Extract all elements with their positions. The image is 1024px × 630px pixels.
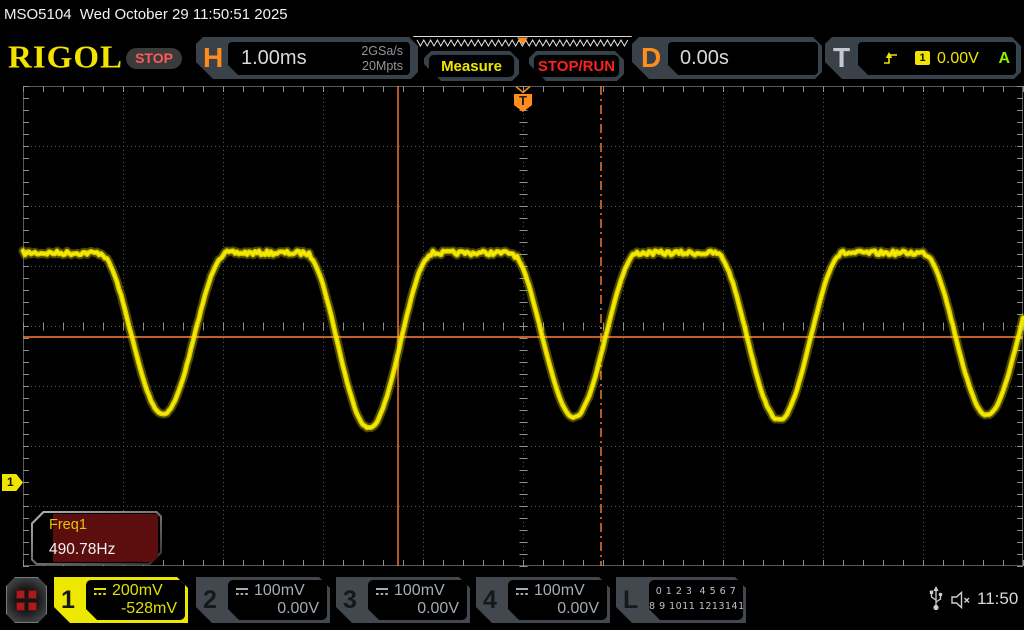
logic-row-8-15: 8 9 1011 12131415 [649, 602, 743, 612]
channel-scale: 100mV [394, 582, 445, 600]
logic-channels-badge[interactable]: L 0 1 2 3 4 5 6 7 8 9 1011 12131415 [616, 577, 746, 623]
svg-text:T: T [519, 93, 527, 108]
channel-badge-1[interactable]: 1 200mV -528mV [54, 577, 188, 623]
channel-offset: 0.00V [277, 600, 319, 618]
channel-inner-box: 200mV -528mV [86, 580, 185, 620]
dc-coupling-icon [234, 587, 250, 596]
channel-offset: -528mV [121, 600, 177, 618]
measurement-value: 490.78Hz [49, 541, 115, 559]
dc-coupling-icon [92, 587, 108, 596]
dc-coupling-icon [374, 587, 390, 596]
graticule-ticks [23, 86, 1024, 567]
logic-label: L [623, 577, 638, 623]
main-menu-button[interactable] [6, 577, 47, 623]
measurement-name: Freq1 [49, 517, 87, 533]
logic-row-0-7: 0 1 2 3 4 5 6 7 [649, 587, 743, 597]
measurement-result-box[interactable]: Freq1 490.78Hz [31, 511, 162, 565]
channel-scale: 100mV [534, 582, 585, 600]
red-grid-menu-icon [16, 590, 37, 611]
channel-inner-box: 100mV 0.00V [228, 580, 327, 620]
channel-offset: 0.00V [557, 600, 599, 618]
usb-icon [929, 586, 943, 612]
channel-badge-4[interactable]: 4 100mV 0.00V [476, 577, 610, 623]
channel-badge-3[interactable]: 3 100mV 0.00V [336, 577, 470, 623]
ch1-waveform-trace [23, 251, 1023, 428]
channel-inner-box: 100mV 0.00V [368, 580, 467, 620]
channel-offset: 0.00V [417, 600, 459, 618]
channel-scale: 100mV [254, 582, 305, 600]
channel-badge-2[interactable]: 2 100mV 0.00V [196, 577, 330, 623]
logic-inner-box: 0 1 2 3 4 5 6 7 8 9 1011 12131415 [649, 580, 743, 620]
channel-scale: 200mV [112, 582, 163, 600]
clock-time: 11:50 [977, 589, 1018, 609]
channel-inner-box: 100mV 0.00V [508, 580, 607, 620]
speaker-muted-icon[interactable] [950, 590, 972, 610]
dc-coupling-icon [514, 587, 530, 596]
